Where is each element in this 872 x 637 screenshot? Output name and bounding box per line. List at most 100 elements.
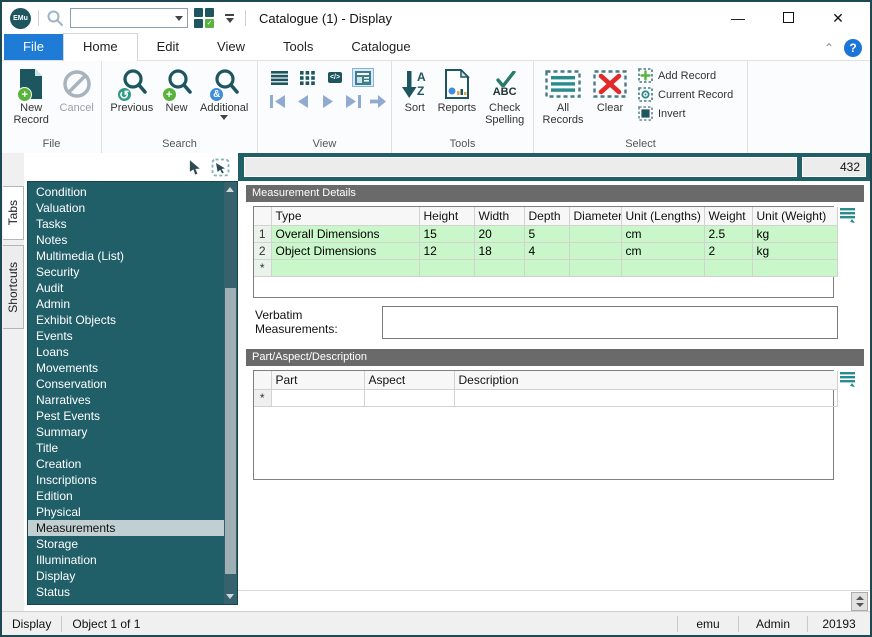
col-depth[interactable]: Depth [524, 207, 569, 225]
col-aspect[interactable]: Aspect [364, 371, 454, 389]
previous-search-button[interactable]: ↺ Previous [106, 64, 158, 114]
cell[interactable]: Overall Dimensions [271, 225, 419, 242]
col-height[interactable]: Height [419, 207, 474, 225]
sidebar-item-inscriptions[interactable]: Inscriptions [28, 472, 237, 488]
module-dropdown-button[interactable] [225, 14, 234, 23]
sidebar-item-status[interactable]: Status [28, 584, 237, 600]
next-record-button[interactable] [318, 93, 337, 109]
cell[interactable]: 2.5 [704, 225, 752, 242]
all-records-button[interactable]: All Records [538, 64, 588, 126]
col-description[interactable]: Description [454, 371, 837, 389]
sidebar-item-notes[interactable]: Notes [28, 232, 237, 248]
cell[interactable]: 18 [474, 242, 524, 259]
sidebar-item-security[interactable]: Security [28, 264, 237, 280]
cell[interactable] [271, 259, 419, 276]
scroll-thumb[interactable] [225, 288, 236, 575]
sidebar-item-display[interactable]: Display [28, 568, 237, 584]
cell[interactable]: 4 [524, 242, 569, 259]
rail-tab-shortcuts[interactable]: Shortcuts [3, 245, 24, 329]
sidebar-item-storage[interactable]: Storage [28, 536, 237, 552]
additional-search-button[interactable]: & Additional [195, 64, 253, 120]
table-row[interactable]: 1 Overall Dimensions 15 20 5 cm 2.5 kg [254, 225, 837, 242]
page-spinner[interactable] [851, 592, 868, 611]
last-record-button[interactable] [343, 93, 362, 109]
sidebar-item-condition[interactable]: Condition [28, 184, 237, 200]
new-search-button[interactable]: + New [158, 64, 196, 114]
col-unit-lengths[interactable]: Unit (Lengths) [621, 207, 704, 225]
cell[interactable]: 20 [474, 225, 524, 242]
col-part[interactable]: Part [271, 371, 364, 389]
cell[interactable]: cm [621, 225, 704, 242]
tab-file[interactable]: File [4, 34, 63, 60]
spin-down-icon[interactable] [856, 603, 864, 607]
sidebar-item-title[interactable]: Title [28, 440, 237, 456]
sidebar-item-events[interactable]: Events [28, 328, 237, 344]
cell[interactable] [454, 389, 837, 406]
scroll-up-icon[interactable] [226, 187, 234, 192]
col-unit-weight[interactable]: Unit (Weight) [752, 207, 837, 225]
cell[interactable]: 15 [419, 225, 474, 242]
tab-home[interactable]: Home [63, 33, 138, 61]
tab-edit[interactable]: Edit [138, 34, 198, 60]
cell[interactable] [271, 389, 364, 406]
record-count-field[interactable]: 432 [802, 157, 866, 177]
sidebar-item-tasks[interactable]: Tasks [28, 216, 237, 232]
clear-selection-button[interactable]: Clear [588, 64, 632, 114]
cell[interactable]: Object Dimensions [271, 242, 419, 259]
cell[interactable] [569, 242, 621, 259]
table-new-row[interactable]: * [254, 389, 837, 406]
verbatim-measurements-input[interactable] [382, 306, 838, 339]
sidebar-item-narratives[interactable]: Narratives [28, 392, 237, 408]
spin-up-icon[interactable] [856, 596, 864, 600]
sidebar-item-movements[interactable]: Movements [28, 360, 237, 376]
rail-tab-tabs[interactable]: Tabs [3, 186, 24, 240]
tab-tools[interactable]: Tools [264, 34, 332, 60]
collapse-ribbon-icon[interactable]: ⌃ [824, 41, 834, 55]
col-weight[interactable]: Weight [704, 207, 752, 225]
cell[interactable]: kg [752, 225, 837, 242]
cell[interactable]: 5 [524, 225, 569, 242]
scroll-down-icon[interactable] [226, 594, 234, 599]
table-row[interactable]: 2 Object Dimensions 12 18 4 cm 2 kg [254, 242, 837, 259]
sidebar-item-admin[interactable]: Admin [28, 296, 237, 312]
cell[interactable] [752, 259, 837, 276]
cell[interactable] [569, 259, 621, 276]
close-button[interactable]: ✕ [828, 10, 848, 27]
cell[interactable] [524, 259, 569, 276]
sidebar-item-illumination[interactable]: Illumination [28, 552, 237, 568]
sidebar-item-valuation[interactable]: Valuation [28, 200, 237, 216]
sidebar-item-audit[interactable]: Audit [28, 280, 237, 296]
col-width[interactable]: Width [474, 207, 524, 225]
sidebar-item-creation[interactable]: Creation [28, 456, 237, 472]
sidebar-item-physical[interactable]: Physical [28, 504, 237, 520]
cell[interactable] [364, 389, 454, 406]
table-new-row[interactable]: * [254, 259, 837, 276]
list-view-button[interactable] [268, 68, 290, 87]
module-grid-button[interactable]: ✓ [193, 7, 217, 29]
sidebar-item-loans[interactable]: Loans [28, 344, 237, 360]
new-record-button[interactable]: + New Record [6, 64, 56, 126]
quick-search-combobox[interactable] [70, 8, 188, 28]
sidebar-item-edition[interactable]: Edition [28, 488, 237, 504]
measurement-details-grid[interactable]: Type Height Width Depth Diameter Unit (L… [253, 206, 834, 298]
tab-view[interactable]: View [198, 34, 264, 60]
maximize-button[interactable] [778, 10, 798, 26]
cell[interactable]: kg [752, 242, 837, 259]
details-view-button[interactable] [352, 68, 374, 87]
grid-tools-icon[interactable] [840, 372, 856, 395]
cell[interactable] [569, 225, 621, 242]
part-aspect-grid[interactable]: Part Aspect Description * [253, 370, 834, 480]
reports-button[interactable]: Reports [433, 64, 480, 114]
sidebar-item-summary[interactable]: Summary [28, 424, 237, 440]
sidebar-scrollbar[interactable] [224, 182, 237, 604]
select-add-record-button[interactable]: Add Record [638, 68, 733, 83]
cell[interactable] [621, 259, 704, 276]
cancel-button[interactable]: Cancel [56, 64, 97, 114]
grid-tools-icon[interactable] [840, 208, 856, 231]
cell[interactable] [474, 259, 524, 276]
select-invert-button[interactable]: Invert [638, 106, 733, 121]
col-type[interactable]: Type [271, 207, 419, 225]
sidebar-item-exhibit-objects[interactable]: Exhibit Objects [28, 312, 237, 328]
sidebar-item-pest-events[interactable]: Pest Events [28, 408, 237, 424]
help-button[interactable]: ? [844, 39, 862, 57]
